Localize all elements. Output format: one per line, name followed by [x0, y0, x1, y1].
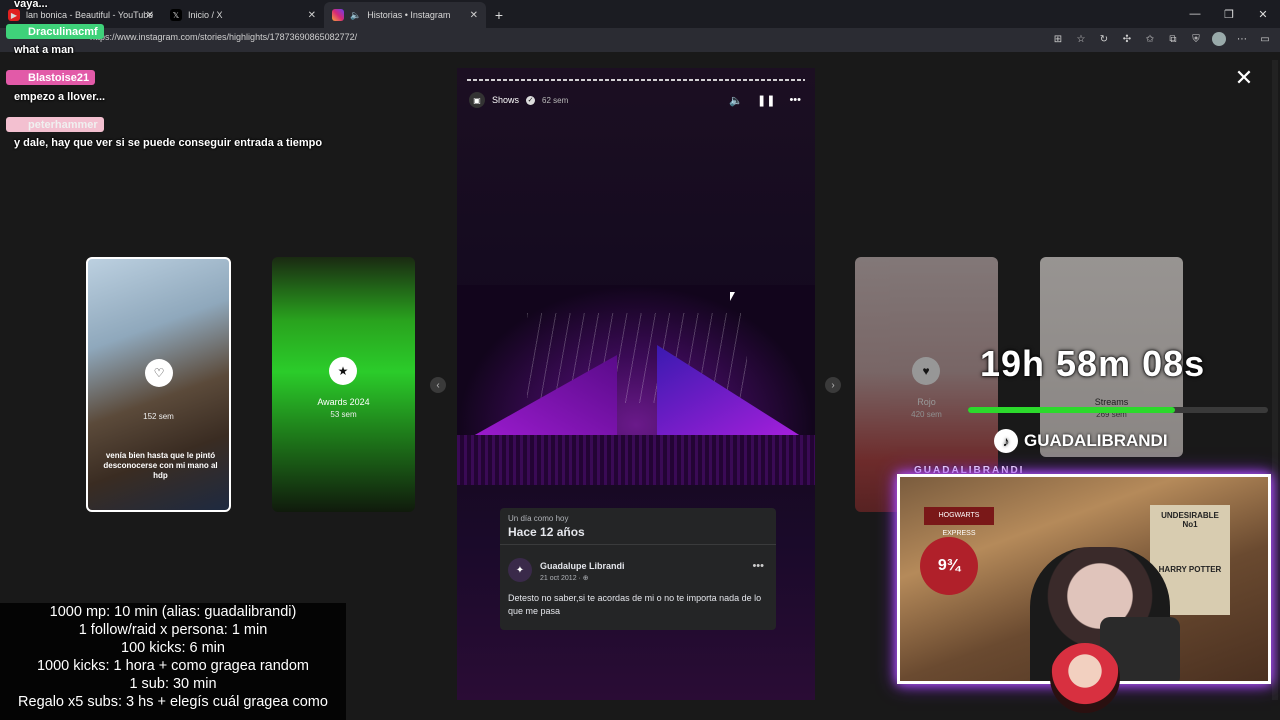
tiktok-icon: ♪ — [994, 429, 1018, 453]
tiktok-handle: ♪ GUADALIBRANDI — [994, 427, 1168, 455]
mouse-cursor — [730, 292, 735, 301]
chat-username-badge: Draculinacmf — [6, 24, 104, 39]
rule-line: Regalo x5 subs: 3 hs + elegís cuál grage… — [18, 694, 328, 710]
post-text: Detesto no saber,si te acordas de mi o n… — [508, 593, 762, 616]
card-label: Rojo — [917, 397, 936, 407]
close-stories-icon[interactable]: ✕ — [1232, 66, 1256, 90]
story-time: 62 sem — [542, 95, 569, 105]
pause-icon[interactable]: ❚❚ — [757, 94, 775, 107]
card-label: Awards 2024 — [317, 397, 370, 407]
rule-line: 1000 mp: 10 min (alias: guadalibrandi) — [49, 604, 297, 620]
collections-icon[interactable]: ⧉ — [1166, 32, 1180, 46]
refresh-icon[interactable]: ↻ — [1097, 32, 1111, 46]
story-account-avatar[interactable]: ▣ — [469, 92, 485, 108]
card-time: 152 sem — [143, 412, 174, 421]
star-icon[interactable]: ☆ — [1074, 32, 1088, 46]
chat-message: vaya... — [14, 0, 48, 10]
platform-9-3-4-sign: 9¾ — [920, 537, 978, 595]
story-card-previous-2[interactable]: ♡ 152 sem venía bien hasta que le pintó … — [86, 257, 231, 512]
rule-line: 100 kicks: 6 min — [121, 640, 225, 656]
highlight-icon: ★ — [329, 357, 357, 385]
highlight-icon: ♥ — [912, 357, 940, 385]
chat-username: peterhammer — [28, 118, 98, 131]
story-card-previous-1[interactable]: ★ Awards 2024 53 sem — [272, 257, 415, 512]
chibi-avatar — [1050, 643, 1120, 713]
minimize-icon[interactable]: — — [1178, 0, 1212, 28]
timer-progress-bar — [968, 407, 1268, 413]
card-text: venía bien hasta que le pintó desconocer… — [103, 451, 218, 480]
stream-chat-overlay: vaya... Draculinacmf what a man Blastois… — [0, 0, 420, 160]
story-progress-bar — [467, 79, 805, 81]
author-name: Guadalupe Librandi — [540, 561, 625, 571]
chat-username: Blastoise21 — [28, 71, 90, 84]
card-time: 53 sem — [330, 410, 357, 419]
volume-icon[interactable]: 🔈 — [729, 94, 743, 107]
memory-header: Un día como hoy Hace 12 años — [500, 508, 776, 545]
close-window-icon[interactable]: ✕ — [1246, 0, 1280, 28]
restore-icon[interactable]: ❐ — [1212, 0, 1246, 28]
rule-line: 1 follow/raid x persona: 1 min — [78, 622, 268, 638]
toolbar-icons: ⊞ ☆ ↻ ✣ ✩ ⧉ ⛨ ⋯ ▭ — [1051, 32, 1272, 46]
memory-title: Hace 12 años — [508, 525, 585, 539]
tiktok-username: GUADALIBRANDI — [1024, 431, 1168, 450]
sidebar-icon[interactable]: ▭ — [1258, 32, 1272, 46]
chat-username-badge: Blastoise21 — [6, 70, 96, 85]
hogwarts-express-sign: HOGWARTS EXPRESS — [924, 507, 994, 537]
more-icon[interactable]: ⋯ — [1235, 32, 1249, 46]
more-options-icon[interactable]: ••• — [789, 94, 801, 107]
chat-username-badge: peterhammer — [6, 117, 104, 132]
story-controls: 🔈 ❚❚ ••• — [729, 94, 801, 107]
story-header: ▣ Shows ✓ 62 sem — [469, 92, 568, 108]
chat-username: Draculinacmf — [28, 25, 98, 38]
new-tab-button[interactable]: + — [486, 2, 512, 28]
chat-message: empezo a llover... — [14, 91, 106, 103]
post-date: 21 oct 2012 · ⊕ — [540, 575, 589, 582]
author-avatar: ✦ — [508, 558, 532, 582]
post-more-icon: ••• — [752, 560, 764, 572]
close-icon[interactable]: ✕ — [470, 10, 478, 21]
scrollbar[interactable] — [1272, 60, 1278, 700]
shield-icon[interactable]: ⛨ — [1189, 32, 1203, 46]
highlight-icon: ♡ — [145, 359, 173, 387]
extension-icon[interactable]: ✣ — [1120, 32, 1134, 46]
rule-line: 1 sub: 30 min — [129, 676, 217, 692]
previous-story-arrow[interactable]: ‹ — [430, 377, 446, 393]
subathon-rules: 1000 mp: 10 min (alias: guadalibrandi) 1… — [0, 603, 346, 720]
subathon-timer: 19h 58m 08s — [980, 343, 1206, 384]
verified-icon: ✓ — [526, 95, 536, 105]
profile-avatar[interactable] — [1212, 32, 1226, 46]
chat-message: what a man — [14, 44, 74, 56]
window-controls: — ❐ ✕ — [1178, 0, 1280, 28]
crowd — [457, 435, 815, 485]
rule-line: 1000 kicks: 1 hora + como grageа random — [36, 658, 310, 674]
grid-icon[interactable]: ⊞ — [1051, 32, 1065, 46]
active-story[interactable]: ▣ Shows ✓ 62 sem 🔈 ❚❚ ••• Un día como ho… — [457, 68, 815, 700]
screen: ▶ lan bonica - Beautiful - YouTube ✕ 𝕏 I… — [0, 0, 1280, 720]
card-label: Streams — [1094, 397, 1129, 407]
memory-subtitle: Un día como hoy — [508, 514, 569, 523]
chat-message: y dale, hay que ver si se puede consegui… — [14, 137, 323, 149]
story-account-name[interactable]: Shows — [492, 95, 519, 105]
favorites-icon[interactable]: ✩ — [1143, 32, 1157, 46]
next-story-arrow[interactable]: › — [825, 377, 841, 393]
facebook-memory-card: Un día como hoy Hace 12 años ✦ Guadalupe… — [500, 508, 776, 630]
timer-progress-fill — [968, 407, 1175, 413]
concert-photo — [457, 285, 815, 485]
